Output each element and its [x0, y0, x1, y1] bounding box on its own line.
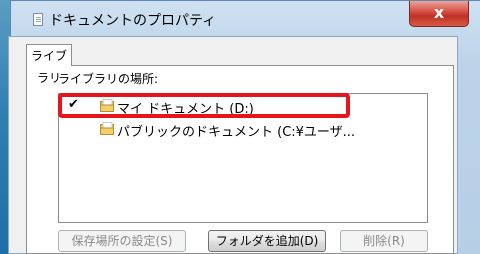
title-bar[interactable]: ドキュメントのプロパティ x — [11, 1, 471, 37]
list-item-label: パブリックのドキュメント (C:¥ユーザ... — [117, 125, 356, 140]
library-locations-label: ライブラリの場所: — [58, 72, 159, 86]
list-item-public-documents[interactable]: パブリックのドキュメント (C:¥ユーザ... — [59, 118, 427, 140]
delete-button[interactable]: 削除(R) — [340, 230, 428, 252]
document-icon — [33, 13, 43, 26]
selection-highlight-box — [58, 93, 350, 118]
folder-icon — [100, 122, 114, 135]
set-save-location-button[interactable]: 保存場所の設定(S) — [58, 230, 186, 252]
close-icon: x — [433, 3, 445, 22]
close-button[interactable]: x — [409, 1, 469, 27]
tab-library[interactable]: ライブラリ — [26, 44, 72, 85]
add-folder-button[interactable]: フォルダを追加(D) — [208, 230, 326, 252]
window-title: ドキュメントのプロパティ — [49, 13, 217, 29]
